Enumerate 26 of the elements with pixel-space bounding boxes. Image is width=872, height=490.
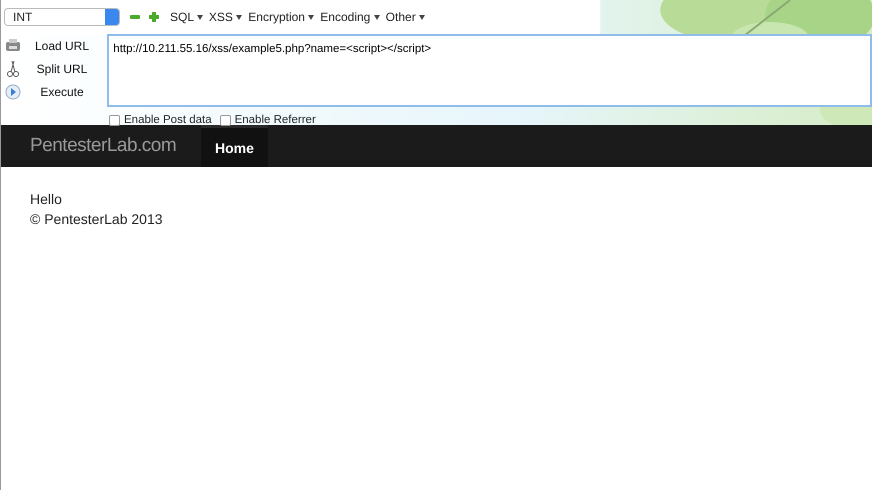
type-select[interactable]: INT (4, 8, 120, 26)
checkbox[interactable] (220, 115, 231, 126)
menu-button[interactable]: SQL (167, 8, 206, 26)
action-button[interactable]: Split URL (22, 60, 102, 78)
caret-icon (196, 15, 203, 20)
action-button[interactable]: Load URL (22, 36, 102, 54)
page-text: © PentesterLab 2013 (30, 211, 163, 227)
menu-button[interactable]: Encryption (245, 8, 318, 26)
play-icon[interactable] (4, 82, 22, 100)
nav-link[interactable]: Home (201, 125, 268, 167)
site-brand[interactable]: PentesterLab.com (30, 132, 176, 160)
action-button[interactable]: Execute (22, 82, 102, 100)
page-text: Hello (30, 191, 62, 207)
caret-icon (419, 15, 426, 20)
menu-button[interactable]: XSS (206, 8, 246, 26)
plus-icon[interactable] (148, 11, 160, 23)
checkbox[interactable] (109, 115, 120, 126)
checkbox-label: Enable Referrer (234, 113, 316, 128)
menu-button[interactable]: Other (382, 8, 428, 26)
url-field[interactable]: http://10.211.55.16/xss/example5.php?name=<script></script> (107, 34, 872, 107)
caret-icon (308, 15, 314, 20)
menu-button[interactable]: Encoding (317, 8, 383, 26)
scissors-icon[interactable] (4, 60, 22, 78)
caret-icon (236, 15, 242, 20)
caret-icon (374, 15, 380, 20)
checkbox-label: Enable Post data (124, 113, 212, 128)
